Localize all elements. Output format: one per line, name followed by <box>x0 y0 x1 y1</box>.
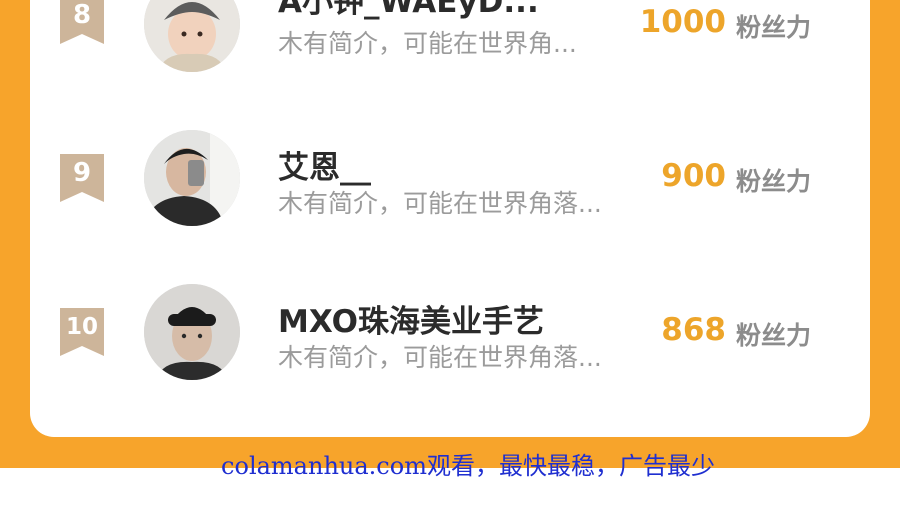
rank-number: 10 <box>65 314 98 340</box>
site-watermark-text: colamanhua.com观看，最快最稳，广告最少 <box>221 452 715 480</box>
user-bio: 木有简介，可能在世界角落... <box>278 189 602 218</box>
rank-badge: 8 <box>60 0 104 44</box>
fans-value: 900 <box>661 158 726 194</box>
fans-value: 868 <box>661 312 726 348</box>
ranking-row-9[interactable]: 9 艾恩__ 木有简介，可能在世界角落... 900 粉丝力 <box>30 130 870 230</box>
ranking-row-8[interactable]: 8 A小钟_WAEyD... 木有简介，可能在世界角... 1000 粉丝力 <box>30 0 870 76</box>
fans-value: 1000 <box>639 4 726 40</box>
ranking-row-10[interactable]: 10 MXO珠海美业手艺 木有简介，可能在世界角落... 868 粉丝力 <box>30 284 870 384</box>
child-in-beanie-avatar-icon <box>144 0 240 72</box>
user-name[interactable]: MXO珠海美业手艺 <box>278 296 544 341</box>
fans-label: 粉丝力 <box>736 167 812 196</box>
mirror-selfie-avatar-icon <box>144 130 240 226</box>
fans-label: 粉丝力 <box>736 321 812 350</box>
user-name[interactable]: A小钟_WAEyD... <box>278 0 539 21</box>
rank-badge: 9 <box>60 154 104 202</box>
user-avatar[interactable] <box>144 284 240 380</box>
user-name[interactable]: 艾恩__ <box>278 142 371 187</box>
fans-label: 粉丝力 <box>736 13 812 42</box>
rank-number: 9 <box>72 158 92 188</box>
user-bio: 木有简介，可能在世界角... <box>278 29 577 58</box>
ranking-card: 8 A小钟_WAEyD... 木有简介，可能在世界角... 1000 粉丝力 9 <box>30 0 870 437</box>
user-avatar[interactable] <box>144 0 240 72</box>
rank-badge: 10 <box>60 308 104 356</box>
rank-number: 8 <box>72 0 92 30</box>
man-in-black-beanie-avatar-icon <box>144 284 240 380</box>
user-avatar[interactable] <box>144 130 240 226</box>
user-bio: 木有简介，可能在世界角落... <box>278 343 602 372</box>
